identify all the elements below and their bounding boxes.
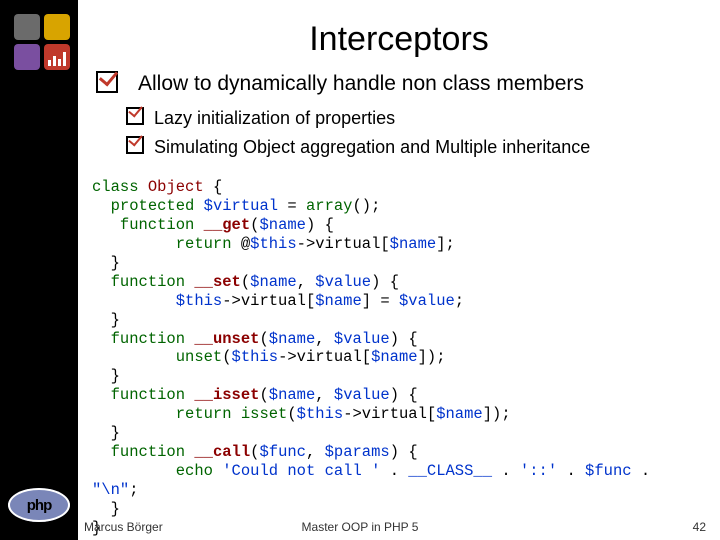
deco-square-red-chart-icon <box>44 44 70 70</box>
deco-square-purple <box>14 44 40 70</box>
sidebar: php <box>0 0 78 540</box>
bullet-sub-text: Simulating Object aggregation and Multip… <box>154 136 590 159</box>
slide: php Interceptors Allow to dynamically ha… <box>0 0 720 540</box>
bullet-sub: Simulating Object aggregation and Multip… <box>78 136 720 163</box>
php-logo: php <box>8 488 70 522</box>
checkbox-icon <box>96 71 118 93</box>
bullet-main-text: Allow to dynamically handle non class me… <box>138 71 584 97</box>
footer-title: Master OOP in PHP 5 <box>0 520 720 534</box>
bullet-sub-text: Lazy initialization of properties <box>154 107 395 130</box>
deco-square-yellow <box>44 14 70 40</box>
bullet-main: Allow to dynamically handle non class me… <box>78 71 720 101</box>
bullet-sub: Lazy initialization of properties <box>78 107 720 134</box>
code-block: class Object { protected $virtual = arra… <box>78 164 720 537</box>
deco-square-grey <box>14 14 40 40</box>
checkbox-icon <box>126 107 144 125</box>
slide-title: Interceptors <box>78 0 720 71</box>
content: Interceptors Allow to dynamically handle… <box>78 0 720 540</box>
checkbox-icon <box>126 136 144 154</box>
